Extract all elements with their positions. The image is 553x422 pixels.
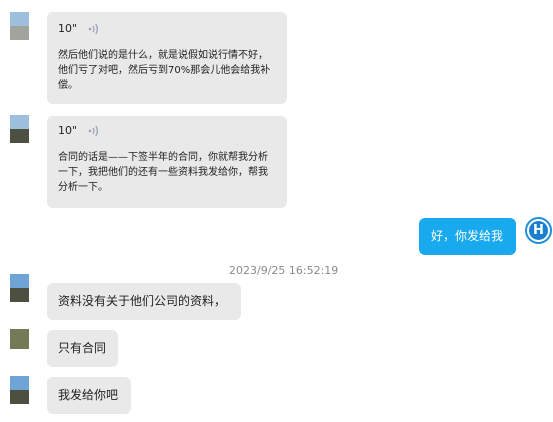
voice-message-bubble[interactable]: 10" 合同的话是——下签半年的合同，你就帮我分析一下，我把他们的还有一些资料我…	[47, 116, 287, 208]
contact-avatar[interactable]	[10, 115, 29, 143]
contact-avatar[interactable]	[10, 12, 29, 40]
voice-transcript: 合同的话是——下签半年的合同，你就帮我分析一下，我把他们的还有一些资料我发给你，…	[58, 152, 268, 193]
self-avatar-letter: H	[529, 221, 548, 240]
incoming-message-bubble[interactable]: 资料没有关于他们公司的资料，	[47, 283, 241, 320]
voice-message-bubble[interactable]: 10" 然后他们说的是什么，就是说假如说行情不好，他们亏了对吧，然后亏到70%那…	[47, 12, 287, 104]
message-timestamp: 2023/9/25 16:52:19	[229, 264, 339, 277]
message-text: 只有合同	[58, 341, 107, 355]
message-text: 我发给你吧	[58, 388, 119, 402]
outgoing-message-bubble[interactable]: 好，你发给我	[419, 218, 516, 255]
sound-wave-icon[interactable]	[87, 22, 101, 36]
incoming-message-bubble[interactable]: 我发给你吧	[47, 377, 131, 414]
incoming-message-bubble[interactable]: 只有合同	[47, 330, 118, 367]
voice-duration: 10"	[58, 124, 78, 137]
contact-avatar[interactable]	[10, 376, 29, 404]
self-avatar[interactable]: H	[525, 217, 552, 244]
message-text: 好，你发给我	[431, 229, 504, 243]
contact-avatar[interactable]	[10, 274, 29, 302]
voice-transcript: 然后他们说的是什么，就是说假如说行情不好，他们亏了对吧，然后亏到70%那会儿他会…	[58, 50, 271, 91]
message-text: 资料没有关于他们公司的资料，	[58, 294, 227, 308]
voice-duration: 10"	[58, 22, 78, 35]
contact-avatar[interactable]	[10, 329, 29, 349]
sound-wave-icon[interactable]	[87, 124, 101, 138]
